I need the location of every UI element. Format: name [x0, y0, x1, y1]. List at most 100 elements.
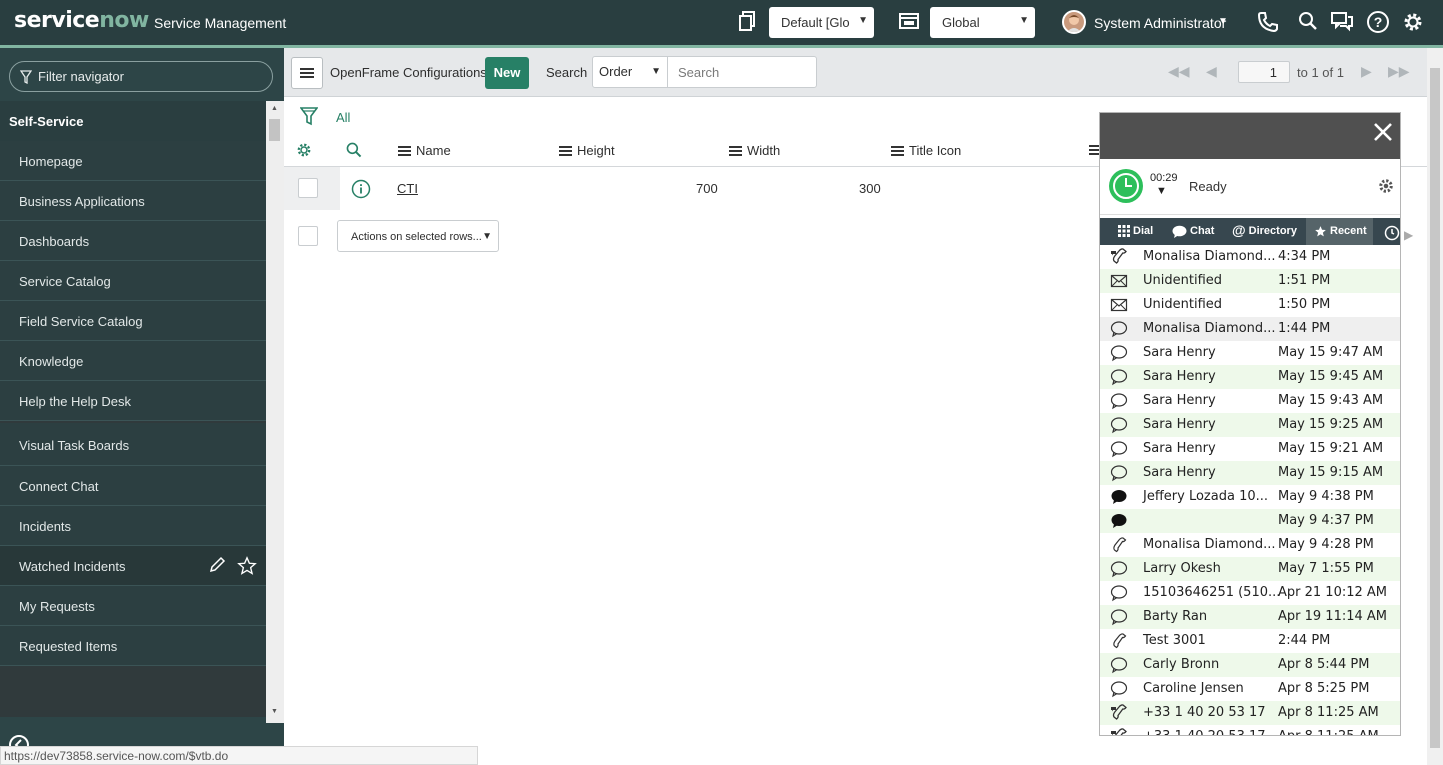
previous-page-icon[interactable]: ◀ [1206, 63, 1217, 80]
column-menu-icon[interactable] [559, 144, 572, 159]
column-label: Name [416, 143, 451, 158]
menu-section-self-service[interactable]: Self-Service [0, 101, 266, 141]
list-item[interactable]: May 9 4:37 PM [1100, 509, 1400, 533]
list-item[interactable]: Sara Henry May 15 9:21 AM [1100, 437, 1400, 461]
first-page-icon[interactable]: ◀◀ [1168, 63, 1190, 80]
search-icon[interactable] [1297, 10, 1321, 34]
menu-item-dashboards[interactable]: Dashboards [0, 221, 266, 261]
column-menu-icon[interactable] [891, 144, 904, 159]
tab-label: Directory [1248, 225, 1297, 237]
list-item[interactable]: Sara Henry May 15 9:15 AM [1100, 461, 1400, 485]
menu-item-my-requests[interactable]: My Requests [0, 586, 266, 626]
list-item[interactable]: Sara Henry May 15 9:45 AM [1100, 365, 1400, 389]
menu-item-help-the-help-desk[interactable]: Help the Help Desk [0, 381, 266, 421]
navigator-scrollbar[interactable]: ▲ ▼ [266, 101, 284, 723]
list-item[interactable]: Sara Henry May 15 9:43 AM [1100, 389, 1400, 413]
list-item[interactable]: +33 1 40 20 53 17 Apr 8 11:25 AM [1100, 701, 1400, 725]
search-icon[interactable] [345, 141, 363, 159]
scroll-right-icon[interactable]: ▶ [1404, 228, 1413, 242]
at-sign-icon: @ [1232, 222, 1246, 238]
menu-item-requested-items[interactable]: Requested Items [0, 626, 266, 666]
servicenow-logo[interactable]: servicenow [14, 8, 149, 33]
menu-item-connect-chat[interactable]: Connect Chat [0, 466, 266, 506]
menu-item-field-service-catalog[interactable]: Field Service Catalog [0, 301, 266, 341]
info-icon[interactable] [351, 179, 371, 199]
chevron-down-icon: ▼ [858, 15, 868, 26]
list-item[interactable]: Sara Henry May 15 9:47 AM [1100, 341, 1400, 365]
list-item[interactable]: Larry Okesh May 7 1:55 PM [1100, 557, 1400, 581]
caret-down-icon[interactable]: ▼ [1218, 16, 1228, 27]
avatar[interactable] [1062, 10, 1086, 34]
main-scrollbar[interactable] [1427, 48, 1443, 765]
gear-icon[interactable] [295, 141, 313, 159]
tab-more[interactable] [1384, 218, 1400, 245]
tab-directory[interactable]: @ Directory [1232, 218, 1297, 245]
actions-select[interactable]: Actions on selected rows... ▼ [337, 220, 499, 252]
gear-icon[interactable] [1377, 177, 1395, 195]
application-scope-icon[interactable] [898, 10, 922, 34]
agent-status[interactable]: Ready [1189, 179, 1227, 194]
update-set-icon[interactable] [737, 10, 761, 34]
scroll-thumb[interactable] [269, 119, 280, 141]
list-item[interactable]: Monalisa Diamond... 4:34 PM [1100, 245, 1400, 269]
gear-icon[interactable] [1401, 10, 1425, 34]
scope-select[interactable]: Global ▼ [930, 7, 1035, 38]
row-checkbox[interactable] [298, 178, 318, 198]
list-item[interactable]: Jeffery Lozada 10... May 9 4:38 PM [1100, 485, 1400, 509]
scroll-down-icon[interactable]: ▼ [271, 708, 278, 715]
page-number-input[interactable]: 1 [1238, 61, 1290, 83]
list-item[interactable]: Sara Henry May 15 9:25 AM [1100, 413, 1400, 437]
tab-recent[interactable]: Recent [1306, 218, 1373, 245]
list-item[interactable]: Monalisa Diamond... 1:44 PM [1100, 317, 1400, 341]
list-item[interactable]: Caroline Jensen Apr 8 5:25 PM [1100, 677, 1400, 701]
menu-item-service-catalog[interactable]: Service Catalog [0, 261, 266, 301]
column-header-name[interactable]: Name [398, 143, 451, 159]
menu-item-visual-task-boards[interactable]: Visual Task Boards [0, 423, 266, 466]
connect-chat-icon[interactable] [1330, 10, 1354, 34]
column-header-height[interactable]: Height [559, 143, 615, 159]
close-icon[interactable] [1372, 121, 1394, 143]
phone-icon[interactable] [1256, 10, 1280, 34]
list-item[interactable]: Carly Bronn Apr 8 5:44 PM [1100, 653, 1400, 677]
list-item[interactable]: Test 3001 2:44 PM [1100, 629, 1400, 653]
record-name-link[interactable]: CTI [397, 181, 418, 196]
menu-item-homepage[interactable]: Homepage [0, 141, 266, 181]
list-item[interactable]: Unidentified 1:51 PM [1100, 269, 1400, 293]
menu-item-incidents[interactable]: Incidents [0, 506, 266, 546]
menu-item-knowledge[interactable]: Knowledge [0, 341, 266, 381]
tab-dial[interactable]: Dial [1118, 218, 1153, 245]
breadcrumb-all[interactable]: All [336, 110, 350, 125]
next-page-icon[interactable]: ▶ [1361, 63, 1372, 80]
menu-item-watched-incidents[interactable]: Watched Incidents [0, 546, 266, 586]
list-item[interactable]: 15103646251 (510... Apr 21 10:12 AM [1100, 581, 1400, 605]
scroll-thumb[interactable] [1430, 68, 1440, 748]
menu-item-business-applications[interactable]: Business Applications [0, 181, 266, 221]
list-item[interactable]: Barty Ran Apr 19 11:14 AM [1100, 605, 1400, 629]
tab-chat[interactable]: Chat [1172, 218, 1214, 245]
column-header-width[interactable]: Width [729, 143, 780, 159]
column-header-title-icon[interactable]: Title Icon [891, 143, 961, 159]
update-set-select[interactable]: Default [Glo ▼ [769, 7, 874, 38]
column-menu-icon[interactable] [398, 144, 411, 159]
list-item[interactable]: Monalisa Diamond... May 9 4:28 PM [1100, 533, 1400, 557]
search-field-select[interactable]: Order ▼ [592, 56, 668, 88]
list-item[interactable]: Unidentified 1:50 PM [1100, 293, 1400, 317]
funnel-icon[interactable] [300, 106, 318, 126]
edit-icon[interactable] [208, 556, 226, 577]
search-field-value: Order [599, 64, 633, 79]
star-outline-icon[interactable] [237, 556, 257, 579]
user-name[interactable]: System Administrator [1094, 15, 1226, 31]
new-button[interactable]: New [485, 57, 529, 89]
column-menu-icon[interactable] [729, 144, 742, 159]
chat-icon [1110, 656, 1128, 674]
filter-navigator-input[interactable]: Filter navigator [9, 61, 273, 92]
scroll-up-icon[interactable]: ▲ [271, 105, 278, 112]
caret-down-icon[interactable]: ▼ [1156, 185, 1167, 197]
list-context-menu-button[interactable] [291, 57, 323, 89]
clock-icon [1384, 225, 1400, 241]
help-icon[interactable]: ? [1366, 10, 1390, 34]
search-input[interactable]: Search [667, 56, 817, 88]
select-all-checkbox[interactable] [298, 226, 318, 246]
last-page-icon[interactable]: ▶▶ [1388, 63, 1410, 80]
list-item[interactable]: +33 1 40 20 53 17 Apr 8 11:25 AM [1100, 725, 1400, 735]
